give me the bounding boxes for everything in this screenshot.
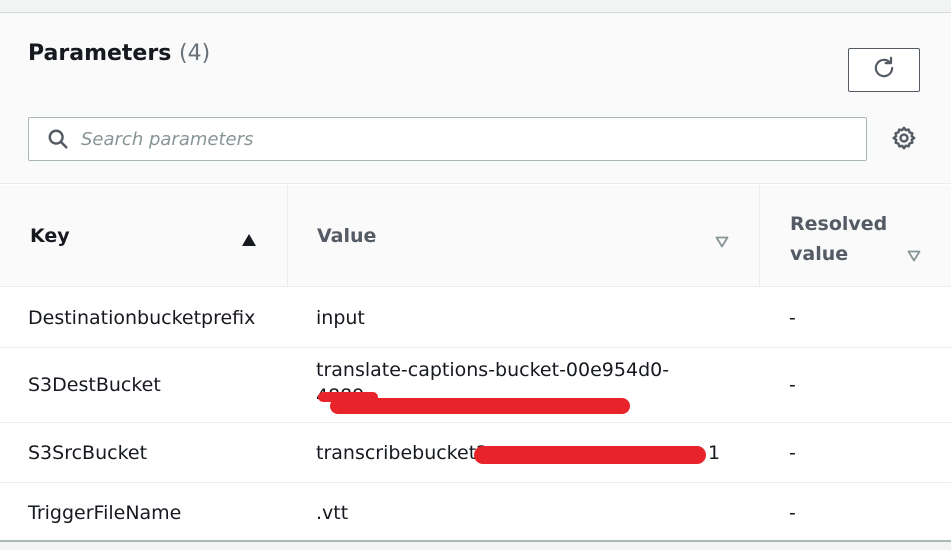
title-text: Parameters xyxy=(28,41,172,66)
parameter-resolved-value: - xyxy=(789,307,796,329)
parameter-resolved-value: - xyxy=(789,502,796,524)
parameter-resolved-value: - xyxy=(789,442,796,464)
refresh-icon xyxy=(871,55,897,85)
parameter-key: Destinationbucketprefix xyxy=(28,307,256,329)
parameter-key: S3DestBucket xyxy=(28,374,161,396)
redaction-mark xyxy=(318,392,378,402)
search-field[interactable] xyxy=(28,117,867,161)
column-header-key[interactable]: Key xyxy=(0,185,287,287)
panel-header: Parameters (4) xyxy=(0,13,951,184)
table-header: Key Value Resolved value xyxy=(0,185,951,287)
column-header-value[interactable]: Value xyxy=(287,185,759,287)
parameter-key: TriggerFileName xyxy=(28,502,182,524)
table-row: S3DestBucket translate-captions-bucket-0… xyxy=(0,348,951,423)
preferences-button[interactable] xyxy=(890,126,918,154)
redaction-mark xyxy=(474,446,706,464)
column-label-resolved-value: Resolved value xyxy=(790,213,888,265)
parameter-key: S3SrcBucket xyxy=(28,442,148,464)
table-row: S3SrcBucket transcribebucket2 1 - xyxy=(0,423,951,483)
sort-descending-outline-icon xyxy=(907,245,921,267)
parameter-value: transcribebucket2 xyxy=(316,442,489,464)
parameters-panel: Parameters (4) Search parameters Key Val… xyxy=(0,12,951,542)
parameter-value-line1: translate-captions-bucket-00e954d0- xyxy=(316,359,670,381)
parameter-value: input xyxy=(316,307,365,329)
column-header-resolved-value[interactable]: Resolved value xyxy=(759,185,951,287)
search-icon xyxy=(47,128,69,150)
refresh-button[interactable] xyxy=(848,48,920,92)
table-row: TriggerFileName .vtt - xyxy=(0,483,951,540)
parameter-value-tail: 1 xyxy=(708,442,721,464)
table-row: Destinationbucketprefix input - xyxy=(0,288,951,348)
page-title: Parameters (4) xyxy=(28,41,210,66)
parameter-count: (4) xyxy=(178,41,211,66)
parameter-resolved-value: - xyxy=(789,374,796,396)
column-label-key: Key xyxy=(30,225,70,247)
sort-ascending-icon xyxy=(241,230,257,252)
parameter-value: .vtt xyxy=(316,502,349,524)
sort-descending-outline-icon xyxy=(715,231,729,253)
column-label-value: Value xyxy=(317,225,377,247)
gear-icon xyxy=(891,125,917,155)
search-input[interactable] xyxy=(81,128,841,150)
